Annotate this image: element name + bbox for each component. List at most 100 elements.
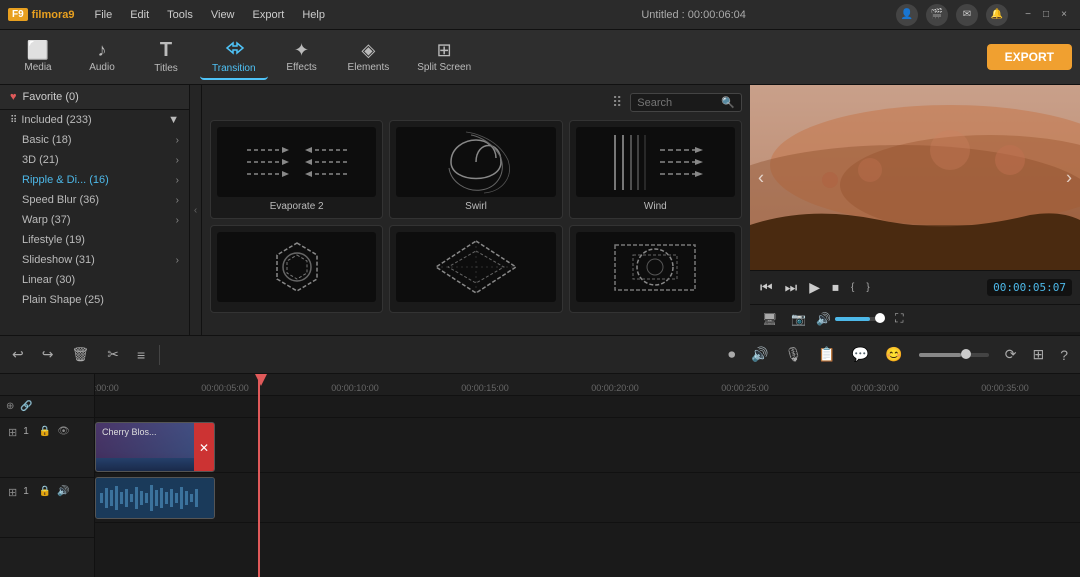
maximize-button[interactable]: □ xyxy=(1038,7,1054,23)
link-icon[interactable]: 🔗 xyxy=(20,401,32,412)
toolbar-audio[interactable]: ♪ Audio xyxy=(72,37,132,77)
transition-swirl[interactable]: Swirl xyxy=(389,120,562,219)
video-track-icon: ⊞ xyxy=(8,426,17,439)
window-title: Untitled : 00:00:06:04 xyxy=(491,9,896,21)
help-icon[interactable]: ? xyxy=(1056,345,1072,365)
toolbar-transition[interactable]: Transition xyxy=(200,35,268,80)
audio-mute-icon[interactable]: 🔊 xyxy=(57,486,69,497)
volume-slider-track[interactable] xyxy=(835,317,885,321)
preview-camera-icon[interactable]: 📷 xyxy=(787,310,810,328)
slideshow-item[interactable]: Slideshow (31) › xyxy=(0,250,189,270)
favorite-header[interactable]: ♥ Favorite (0) xyxy=(0,85,189,110)
zoom-slider[interactable] xyxy=(919,353,989,357)
toolbar-titles[interactable]: T Titles xyxy=(136,36,196,78)
cut-button[interactable]: ✂ xyxy=(103,344,123,365)
included-group[interactable]: ⠿ Included (233) ▼ xyxy=(0,110,189,130)
ripple-chevron-icon: › xyxy=(176,175,179,186)
ripple-item[interactable]: Ripple & Di... (16) › xyxy=(0,170,189,190)
transition-evaporate2[interactable]: Evaporate 2 xyxy=(210,120,383,219)
grid-view-icon[interactable]: ⠿ xyxy=(612,94,622,111)
card6-preview xyxy=(576,232,735,302)
toolbar-split-screen[interactable]: ⊞ Split Screen xyxy=(405,37,483,77)
panel-collapse-button[interactable]: ‹ xyxy=(190,85,202,335)
track-labels: ⊕ 🔗 ⊞ 1 🔒 👁 ⊞ 1 🔒 🔊 xyxy=(0,374,95,577)
timeline-ruler: 00:00:00:00 00:00:05:00 00:00:10:00 00:0… xyxy=(95,374,1080,396)
preview-prev-arrow[interactable]: ‹ xyxy=(758,167,764,188)
clip-end-marker: ✕ xyxy=(194,423,214,471)
main-toolbar: ⬜ Media ♪ Audio T Titles Transition ✦ Ef… xyxy=(0,30,1080,85)
ruler-mark-2: 00:00:10:00 xyxy=(331,383,379,393)
toolbar-audio-label: Audio xyxy=(89,62,115,73)
transition-card4[interactable] xyxy=(210,225,383,313)
basic-item[interactable]: Basic (18) › xyxy=(0,130,189,150)
preview-panel: ‹ › ⏮ ⏭ ▶ ⏹ { } 00:00:05:07 🖥 📷 🔊 ⛶ xyxy=(750,85,1080,335)
menu-file[interactable]: File xyxy=(86,7,120,23)
heart-icon: ♥ xyxy=(10,91,17,103)
film-icon[interactable]: 🎬 xyxy=(926,4,948,26)
volume-control[interactable]: 🔊 xyxy=(816,312,885,326)
toolbar-media[interactable]: ⬜ Media xyxy=(8,37,68,77)
lock-icon[interactable]: 🔒 xyxy=(39,426,51,437)
audio-track-icon[interactable]: 🔊 xyxy=(747,344,772,365)
minimize-button[interactable]: − xyxy=(1020,7,1036,23)
volume-slider-thumb[interactable] xyxy=(875,313,885,323)
step-back-button[interactable]: ⏭ xyxy=(783,277,800,298)
notification-icon[interactable]: 🔔 xyxy=(986,4,1008,26)
3d-label: 3D (21) xyxy=(22,154,59,166)
search-box[interactable]: 🔍 xyxy=(630,93,742,112)
audio-track-row xyxy=(95,473,1080,523)
toolbar-elements[interactable]: ◈ Elements xyxy=(336,37,402,77)
menu-edit[interactable]: Edit xyxy=(122,7,157,23)
titlebar: F9 filmora9 File Edit Tools View Export … xyxy=(0,0,1080,30)
emoji-icon[interactable]: 😊 xyxy=(881,344,906,365)
export-button[interactable]: EXPORT xyxy=(987,44,1072,70)
toolbar-effects[interactable]: ✦ Effects xyxy=(272,37,332,77)
profile-icon[interactable]: 👤 xyxy=(896,4,918,26)
stop-button[interactable]: ⏹ xyxy=(830,277,841,298)
rewind-button[interactable]: ⏮ xyxy=(758,277,775,298)
transition-card6[interactable] xyxy=(569,225,742,313)
transition-card5[interactable] xyxy=(389,225,562,313)
preview-monitor-icon[interactable]: 🖥 xyxy=(758,310,781,328)
app-name: filmora9 xyxy=(32,9,75,21)
transitions-grid-panel: ⠿ 🔍 xyxy=(202,85,750,335)
play-button[interactable]: ▶ xyxy=(807,277,822,298)
record-button[interactable]: ⏺ xyxy=(724,344,739,365)
close-button[interactable]: × xyxy=(1056,7,1072,23)
menu-view[interactable]: View xyxy=(203,7,243,23)
undo-button[interactable]: ↩ xyxy=(8,344,28,365)
add-track-icon[interactable]: ⊕ xyxy=(6,401,14,412)
eye-icon[interactable]: 👁 xyxy=(57,426,70,437)
subtitle-icon[interactable]: 💬 xyxy=(848,344,873,365)
preview-next-arrow[interactable]: › xyxy=(1066,167,1072,188)
zoom-reset-icon[interactable]: ⟳ xyxy=(1001,344,1021,365)
plain-shape-item[interactable]: Plain Shape (25) xyxy=(0,290,189,310)
warp-item[interactable]: Warp (37) › xyxy=(0,210,189,230)
ripple-label: Ripple & Di... (16) xyxy=(22,174,109,186)
zoom-slider-thumb[interactable] xyxy=(961,349,971,359)
lifestyle-item[interactable]: Lifestyle (19) xyxy=(0,230,189,250)
mail-icon[interactable]: ✉ xyxy=(956,4,978,26)
transition-wind[interactable]: Wind xyxy=(569,120,742,219)
linear-item[interactable]: Linear (30) xyxy=(0,270,189,290)
menu-help[interactable]: Help xyxy=(294,7,333,23)
delete-button[interactable]: 🗑 xyxy=(67,344,93,365)
audio-lock-icon[interactable]: 🔒 xyxy=(39,486,51,497)
adjust-button[interactable]: ≡ xyxy=(133,345,149,365)
3d-item[interactable]: 3D (21) › xyxy=(0,150,189,170)
video-clip[interactable]: Cherry Blos... ✕ xyxy=(95,422,215,472)
split-view-icon[interactable]: ⊞ xyxy=(1028,344,1048,365)
logo-badge: F9 xyxy=(8,8,28,21)
voiceover-icon[interactable]: 🎙 xyxy=(781,344,807,365)
speed-blur-item[interactable]: Speed Blur (36) › xyxy=(0,190,189,210)
menu-tools[interactable]: Tools xyxy=(159,7,201,23)
redo-button[interactable]: ↪ xyxy=(38,344,58,365)
menu-export[interactable]: Export xyxy=(245,7,293,23)
search-icon: 🔍 xyxy=(721,96,735,109)
search-input[interactable] xyxy=(637,97,717,109)
zoom-slider-fill xyxy=(919,353,961,357)
caption-icon[interactable]: 📋 xyxy=(814,344,839,365)
fullscreen-icon[interactable]: ⛶ xyxy=(891,309,907,328)
titlebar-icons: 👤 🎬 ✉ 🔔 xyxy=(896,4,1008,26)
audio-clip[interactable] xyxy=(95,477,215,519)
